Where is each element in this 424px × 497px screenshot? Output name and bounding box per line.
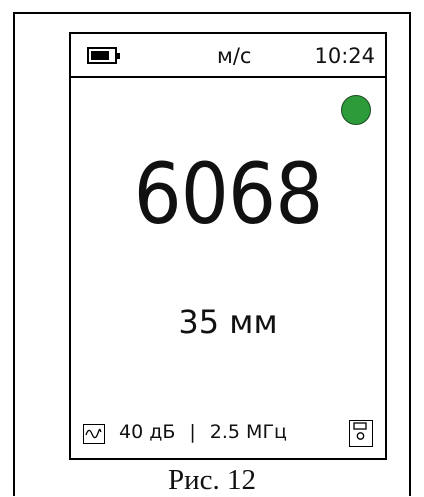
- save-icon[interactable]: [349, 420, 373, 447]
- battery-icon: [87, 47, 120, 64]
- figure-caption: Рис. 12: [167, 464, 257, 496]
- velocity-value: 6068: [133, 145, 324, 243]
- waveform-glyph: [85, 428, 102, 439]
- waveform-icon[interactable]: [83, 424, 105, 444]
- unit-label: м/с: [217, 44, 252, 68]
- frequency-value: 2.5 МГц: [209, 421, 287, 443]
- gain-value: 40 дБ: [119, 421, 176, 443]
- clock-time: 10:24: [314, 44, 375, 68]
- bottom-bar: 40 дБ | 2.5 МГц: [71, 410, 385, 458]
- save-glyph: [353, 422, 367, 440]
- status-bar: м/с 10:24: [71, 34, 385, 78]
- battery-fill: [91, 51, 110, 60]
- figure-frame: м/с 10:24 6068 35 мм 40 дБ | 2.5 МГц Рис. …: [13, 12, 411, 496]
- device-screen: м/с 10:24 6068 35 мм 40 дБ | 2.5 МГц: [69, 32, 387, 460]
- separator: |: [189, 421, 196, 443]
- thickness-value: 35 мм: [178, 303, 278, 341]
- parameters-line: 40 дБ | 2.5 МГц: [119, 421, 287, 443]
- cropped-text-fragment: [0, 0, 424, 12]
- status-indicator-icon: [341, 95, 371, 125]
